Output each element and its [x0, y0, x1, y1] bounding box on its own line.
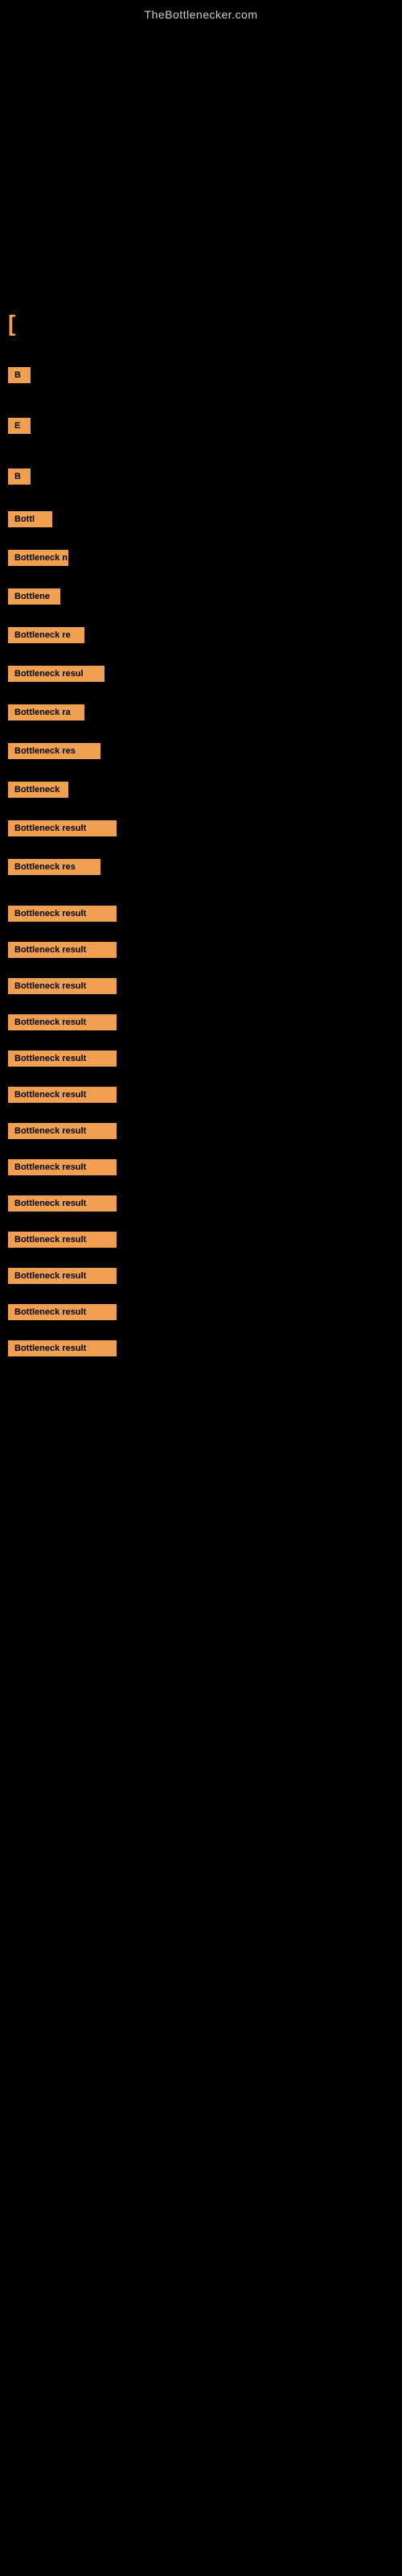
list-item: Bottl [8, 509, 394, 534]
label-bottleneck-short: Bottleneck [8, 782, 68, 798]
list-item: Bottleneck result [8, 1338, 394, 1363]
bracket-char: [ [8, 311, 394, 336]
label-bottleneck-result-1: Bottleneck result [8, 820, 117, 836]
list-item: Bottleneck res [8, 741, 394, 766]
list-item: Bottleneck result [8, 1302, 394, 1327]
list-item: Bottleneck result [8, 1157, 394, 1182]
list-item: Bottleneck res [8, 857, 394, 881]
bottleneck-result-row-12: Bottleneck result [8, 1304, 117, 1320]
list-item: Bottleneck result [8, 939, 394, 964]
list-item: B [8, 466, 394, 491]
label-bottleneck-resul: Bottleneck resul [8, 666, 105, 682]
list-item: Bottleneck re [8, 625, 394, 650]
list-item: Bottleneck result [8, 1229, 394, 1254]
bottleneck-result-row-7: Bottleneck result [8, 1123, 117, 1139]
label-b2: B [8, 469, 31, 485]
list-item: E [8, 415, 394, 440]
bottleneck-result-row-3: Bottleneck result [8, 978, 117, 994]
bottleneck-result-row-11: Bottleneck result [8, 1268, 117, 1284]
label-bottleneck-n: Bottleneck n [8, 550, 68, 566]
list-item: Bottleneck result [8, 976, 394, 1001]
list-item: B [8, 365, 394, 390]
label-bottleneck-res: Bottleneck res [8, 743, 100, 759]
bottleneck-result-row-5: Bottleneck result [8, 1051, 117, 1067]
label-b1: B [8, 367, 31, 383]
list-item: Bottleneck resul [8, 663, 394, 688]
label-bottlene: Bottlene [8, 588, 60, 605]
bottleneck-result-row-9: Bottleneck result [8, 1195, 117, 1212]
bottleneck-result-row-10: Bottleneck result [8, 1232, 117, 1248]
bottleneck-result-row-13: Bottleneck result [8, 1340, 117, 1356]
bottleneck-result-row-4: Bottleneck result [8, 1014, 117, 1030]
bracket-section: [ [8, 311, 394, 336]
list-item: Bottleneck n [8, 547, 394, 572]
list-item: Bottleneck result [8, 903, 394, 928]
list-item: Bottleneck result [8, 818, 394, 843]
list-item: Bottleneck result [8, 1084, 394, 1109]
label-e1: E [8, 418, 31, 434]
list-item: Bottleneck result [8, 1121, 394, 1146]
bottleneck-result-row-1: Bottleneck result [8, 906, 117, 922]
bottleneck-result-row-6: Bottleneck result [8, 1087, 117, 1103]
bottleneck-result-row-2: Bottleneck result [8, 942, 117, 958]
list-item: Bottleneck ra [8, 702, 394, 727]
list-item: Bottleneck [8, 779, 394, 804]
list-item: Bottlene [8, 586, 394, 611]
site-title: TheBottlenecker.com [0, 0, 402, 25]
list-item: Bottleneck result [8, 1048, 394, 1073]
list-item: Bottleneck result [8, 1265, 394, 1290]
bottleneck-result-row-8: Bottleneck result [8, 1159, 117, 1175]
label-bottleneck-re1: Bottleneck re [8, 627, 84, 643]
list-item: Bottleneck result [8, 1193, 394, 1218]
label-bottleneck-ra: Bottleneck ra [8, 704, 84, 720]
label-bottleneck-res2: Bottleneck res [8, 859, 100, 875]
label-bottl: Bottl [8, 511, 52, 527]
list-item: Bottleneck result [8, 1012, 394, 1037]
